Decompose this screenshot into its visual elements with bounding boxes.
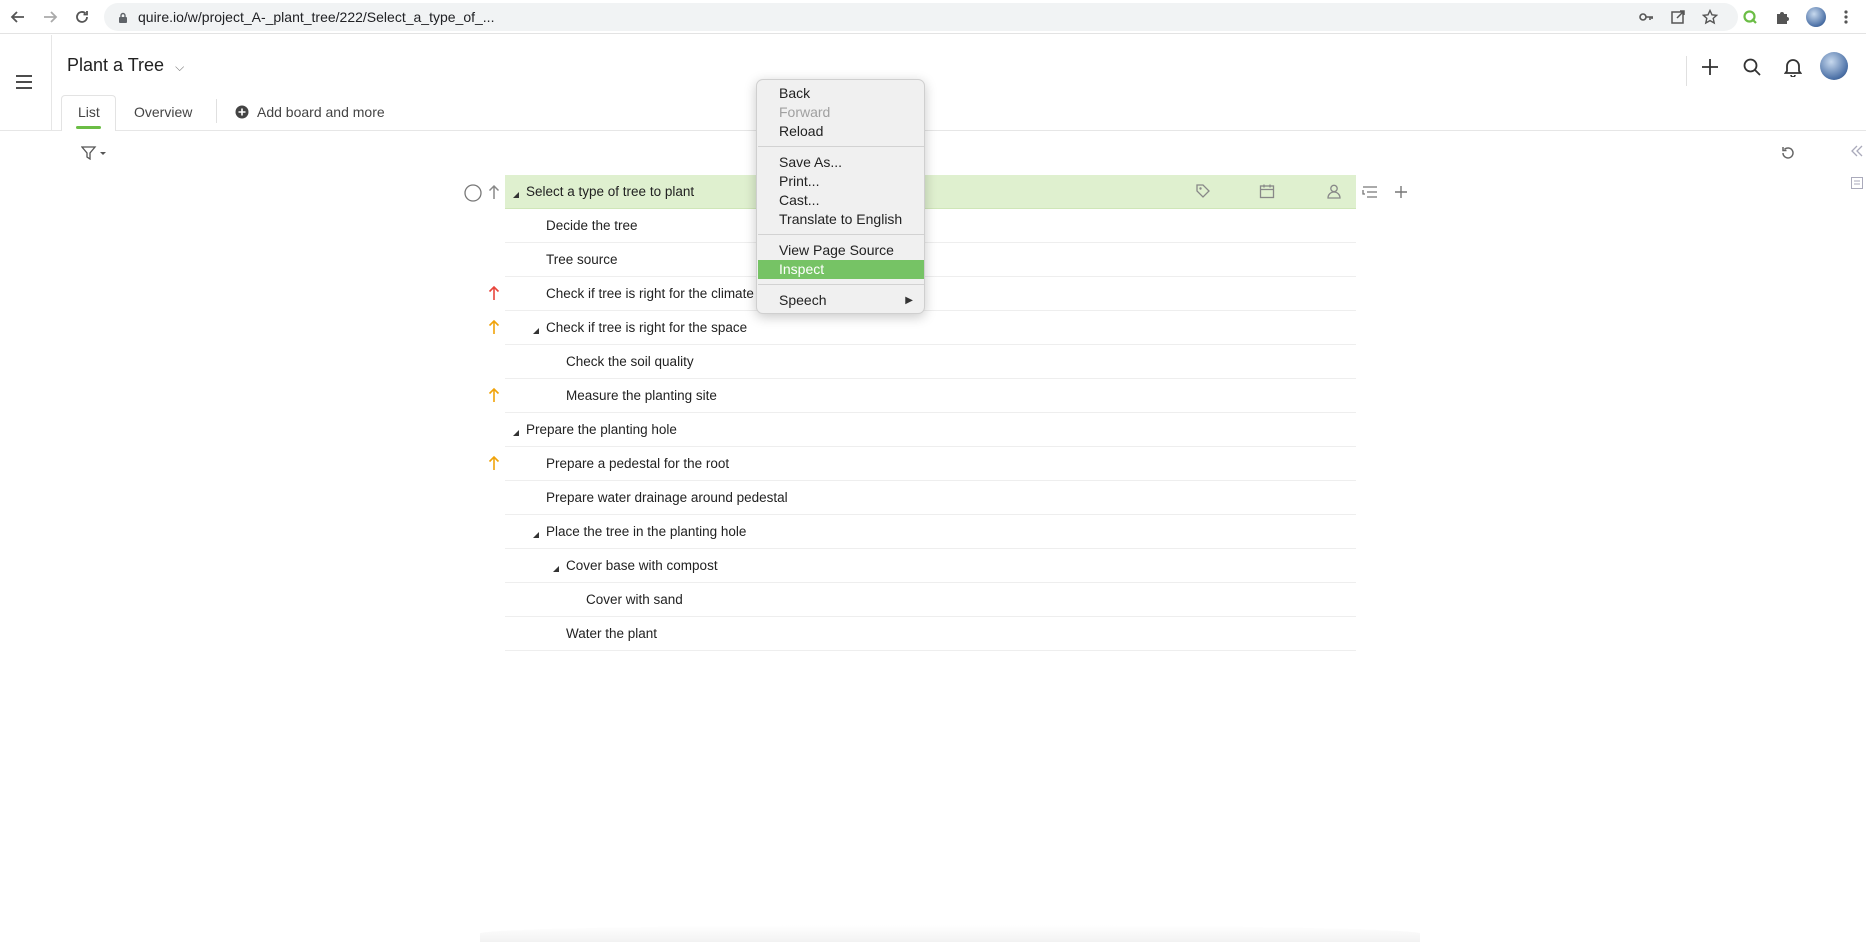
task-row[interactable]: Check if tree is right for the climate (505, 277, 1356, 311)
filter-icon[interactable] (79, 145, 109, 161)
task-row[interactable]: Measure the planting site (505, 379, 1356, 413)
menu-item-speech-label: Speech (779, 292, 827, 308)
menu-item-back[interactable]: Back (758, 84, 924, 103)
add-subtask-list-icon[interactable] (1362, 185, 1378, 204)
add-circle-icon (235, 105, 249, 119)
open-external-icon[interactable] (1668, 7, 1688, 27)
task-title[interactable]: Prepare a pedestal for the root (546, 456, 729, 471)
notification-bell-icon[interactable] (1782, 56, 1804, 78)
menu-separator (758, 234, 924, 235)
task-row[interactable]: Decide the tree (505, 209, 1356, 243)
task-title[interactable]: Cover base with compost (566, 558, 718, 573)
hamburger-menu-icon[interactable] (13, 72, 35, 92)
search-icon[interactable] (1741, 56, 1763, 78)
add-task-plus-icon[interactable] (1393, 184, 1409, 205)
undo-icon[interactable] (1778, 143, 1798, 163)
task-row[interactable]: Cover with sand (505, 583, 1356, 617)
menu-item-speech[interactable]: Speech ▶ (758, 291, 924, 310)
complete-checkbox-circle[interactable] (464, 184, 482, 207)
task-row[interactable]: Check if tree is right for the space (505, 311, 1356, 345)
menu-item-cast[interactable]: Cast... (758, 191, 924, 210)
tab-divider (216, 99, 217, 123)
menu-item-save-as[interactable]: Save As... (758, 153, 924, 172)
task-row[interactable]: Prepare a pedestal for the root (505, 447, 1356, 481)
project-title[interactable]: Plant a Tree ⌵ (67, 55, 184, 76)
browser-toolbar: quire.io/w/project_A-_plant_tree/222/Sel… (0, 0, 1866, 34)
task-title[interactable]: Measure the planting site (566, 388, 717, 403)
task-row[interactable]: Check the soil quality (505, 345, 1356, 379)
menu-item-print[interactable]: Print... (758, 172, 924, 191)
set-priority-arrow-icon[interactable] (488, 184, 500, 205)
key-icon[interactable] (1636, 7, 1656, 27)
task-title[interactable]: Check if tree is right for the space (546, 320, 747, 335)
expand-triangle-icon[interactable] (532, 322, 540, 340)
menu-separator (758, 146, 924, 147)
task-title[interactable]: Cover with sand (586, 592, 683, 607)
task-row[interactable]: Tree source (505, 243, 1356, 277)
assignee-icon[interactable] (1326, 183, 1342, 204)
menu-item-forward[interactable]: Forward (758, 103, 924, 122)
quire-extension-icon[interactable] (1740, 7, 1760, 27)
left-rail (0, 35, 52, 131)
header-divider (1686, 56, 1687, 86)
extensions-puzzle-icon[interactable] (1772, 7, 1792, 27)
browser-menu-kebab-icon[interactable] (1836, 7, 1856, 27)
bottom-fade (480, 925, 1420, 942)
active-tab-indicator (76, 126, 101, 129)
forward-arrow-icon[interactable] (40, 7, 60, 27)
task-row[interactable]: Place the tree in the planting hole (505, 515, 1356, 549)
back-arrow-icon[interactable] (8, 7, 28, 27)
details-panel-icon[interactable] (1850, 175, 1864, 191)
expand-triangle-icon[interactable] (532, 526, 540, 544)
task-title[interactable]: Prepare water drainage around pedestal (546, 490, 788, 505)
user-avatar[interactable] (1820, 52, 1848, 80)
tab-list[interactable]: List (78, 104, 100, 120)
menu-item-inspect[interactable]: Inspect (758, 260, 924, 279)
priority-high-arrow-icon[interactable] (488, 387, 500, 408)
tab-overview[interactable]: Overview (134, 104, 192, 120)
task-title[interactable]: Decide the tree (546, 218, 638, 233)
context-menu: Back Forward Reload Save As... Print... … (756, 79, 925, 314)
task-row[interactable]: Prepare water drainage around pedestal (505, 481, 1356, 515)
expand-triangle-icon[interactable] (512, 424, 520, 442)
url-text: quire.io/w/project_A-_plant_tree/222/Sel… (138, 9, 495, 25)
task-row[interactable]: Cover base with compost (505, 549, 1356, 583)
reload-icon[interactable] (72, 7, 92, 27)
task-title[interactable]: Select a type of tree to plant (526, 184, 694, 199)
calendar-icon[interactable] (1259, 183, 1275, 204)
project-title-text: Plant a Tree (67, 55, 165, 75)
task-title[interactable]: Check the soil quality (566, 354, 694, 369)
address-bar[interactable]: quire.io/w/project_A-_plant_tree/222/Sel… (104, 3, 1738, 31)
menu-item-reload[interactable]: Reload (758, 122, 924, 141)
task-row-selected[interactable]: Select a type of tree to plant (505, 175, 1356, 209)
tag-icon[interactable] (1195, 183, 1211, 204)
lock-icon (118, 11, 128, 29)
task-title[interactable]: Check if tree is right for the climate (546, 286, 754, 301)
task-title[interactable]: Water the plant (566, 626, 657, 641)
menu-item-view-page-source[interactable]: View Page Source (758, 241, 924, 260)
plus-icon[interactable] (1699, 56, 1721, 78)
task-title[interactable]: Tree source (546, 252, 618, 267)
browser-profile-avatar[interactable] (1806, 7, 1826, 27)
priority-high-arrow-icon[interactable] (488, 319, 500, 340)
task-title[interactable]: Place the tree in the planting hole (546, 524, 746, 539)
task-row[interactable]: Water the plant (505, 617, 1356, 651)
add-board-label: Add board and more (257, 104, 385, 120)
priority-urgent-arrow-icon[interactable] (488, 285, 500, 306)
menu-item-translate[interactable]: Translate to English (758, 210, 924, 229)
task-row[interactable]: Prepare the planting hole (505, 413, 1356, 447)
collapse-panel-icon[interactable] (1850, 143, 1864, 159)
submenu-arrow-icon: ▶ (905, 295, 913, 306)
chevron-down-icon[interactable]: ⌵ (175, 60, 184, 74)
menu-separator (758, 284, 924, 285)
expand-triangle-icon[interactable] (512, 186, 520, 204)
priority-high-arrow-icon[interactable] (488, 455, 500, 476)
task-title[interactable]: Prepare the planting hole (526, 422, 677, 437)
bookmark-star-icon[interactable] (1700, 7, 1720, 27)
expand-triangle-icon[interactable] (552, 560, 560, 578)
